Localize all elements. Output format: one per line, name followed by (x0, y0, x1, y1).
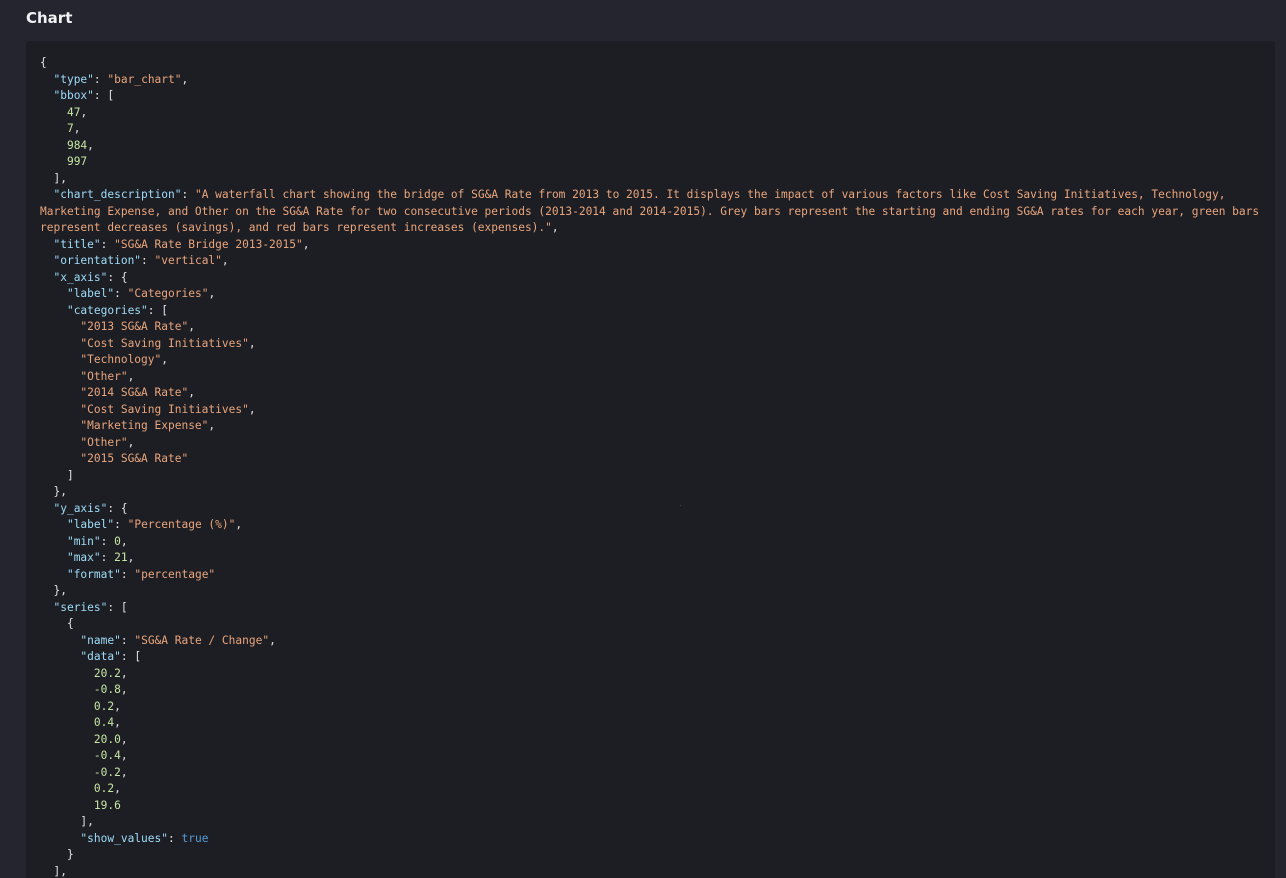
code-line: 20.2, (93, 666, 128, 680)
code-line: "categories": [ (66, 303, 169, 317)
code-line: 47, (66, 105, 88, 119)
json-code-block: { "type": "bar_chart", "bbox": [ 47, 7, … (40, 55, 1266, 878)
code-line: 984, (66, 138, 94, 152)
code-line: "Technology", (80, 353, 168, 366)
code-line: "y_axis": { (53, 501, 128, 515)
code-line: 20.0, (93, 732, 128, 746)
code-line: { (66, 617, 74, 630)
code-line: "type": "bar_chart", (53, 72, 189, 86)
code-line: "Cost Saving Initiatives", (80, 336, 256, 350)
code-line: "2013 SG&A Rate", (80, 320, 195, 333)
stray-pixel (680, 505, 681, 506)
code-line: ], (80, 815, 94, 828)
code-line: 0.2, (93, 699, 121, 713)
code-line: -0.4, (93, 749, 128, 762)
code-line: "x_axis": { (53, 270, 128, 284)
code-line: "show_values": true (80, 831, 209, 845)
code-line: "title": "SG&A Rate Bridge 2013-2015", (53, 237, 310, 251)
code-line: 7, (66, 122, 81, 135)
code-line: "Cost Saving Initiatives", (80, 402, 256, 416)
code-line: "orientation": "vertical", (53, 254, 229, 267)
code-line: "Marketing Expense", (80, 419, 216, 432)
code-line: "format": "percentage" (66, 567, 216, 581)
code-line: "name": "SG&A Rate / Change", (80, 633, 276, 647)
code-line: -0.8, (93, 683, 128, 696)
code-line: "label": "Percentage (%)", (66, 518, 243, 531)
code-line: "Other", (80, 435, 135, 449)
code-line: "label": "Categories", (66, 287, 216, 300)
code-line: }, (53, 485, 67, 498)
code-line: ], (53, 864, 67, 878)
code-line: "bbox": [ (53, 89, 115, 102)
code-line: "2014 SG&A Rate", (80, 386, 195, 399)
code-line: "Other", (80, 369, 135, 383)
code-line: 19.6 (93, 798, 121, 812)
code-line: "min": 0, (66, 534, 128, 548)
code-line: ], (53, 171, 67, 185)
code-line: ] (66, 468, 74, 482)
code-line: 0.2, (93, 782, 121, 795)
code-line: 0.4, (93, 716, 121, 729)
code-line: -0.2, (93, 765, 128, 779)
code-line: "max": 21, (66, 551, 135, 564)
code-line: { (40, 56, 47, 69)
code-line: } (66, 848, 74, 861)
code-line: "data": [ (80, 650, 142, 663)
code-line: "2015 SG&A Rate" (80, 452, 189, 465)
code-line: 997 (66, 155, 88, 168)
code-viewer[interactable]: { "type": "bar_chart", "bbox": [ 47, 7, … (26, 41, 1275, 878)
code-line: "series": [ (53, 600, 128, 614)
code-line: "chart_description": "A waterfall chart … (40, 188, 1266, 234)
panel-title: Chart (26, 9, 73, 27)
code-line: }, (53, 584, 67, 597)
